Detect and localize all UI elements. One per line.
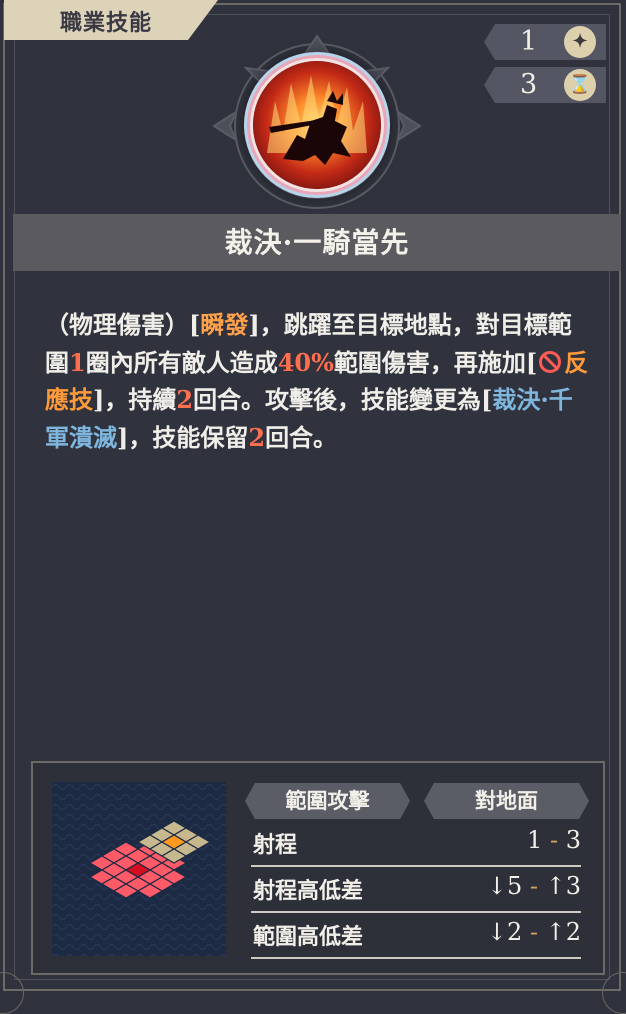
stat-value: ↓5 - ↑3: [487, 872, 581, 900]
desc-text: 回合。: [265, 422, 338, 452]
desc-text: 圈內所有敵人造成: [85, 347, 278, 377]
stat-row-range: 射程 1 - 3: [251, 821, 581, 867]
range-grid: [52, 782, 226, 956]
skill-name: 裁決·一騎當先: [224, 226, 410, 259]
attack-type-tag: 範圍攻擊: [245, 783, 410, 819]
stat-label: 範圍高低差: [253, 924, 364, 950]
desc-text: （物理傷害）[: [45, 310, 201, 339]
stat-min: ↓5: [486, 872, 523, 900]
desc-text: ]，技能保留: [117, 422, 249, 452]
no-reaction-icon: [539, 350, 562, 373]
cooldown-stat: 3 ⌛: [484, 67, 606, 103]
stat-max: 3: [565, 826, 581, 854]
stat-sep: -: [549, 826, 559, 854]
hourglass-icon: ⌛: [564, 69, 596, 101]
cost-value: 1: [520, 26, 538, 57]
skill-name-bar: 裁決·一騎當先: [13, 214, 621, 271]
stat-max: ↑3: [545, 872, 581, 900]
cost-stat: 1 ✦: [484, 24, 606, 60]
desc-text: 回合。攻擊後，技能變更為[: [193, 385, 493, 414]
stat-sep: -: [529, 918, 538, 946]
skill-description: （物理傷害）[瞬發]，跳躍至目標地點，對目標範圍1圈內所有敵人造成40%範圍傷害…: [45, 306, 593, 456]
knight-silhouette-icon: [267, 75, 367, 165]
stat-label: 射程: [253, 832, 298, 858]
keep-number: 2: [248, 422, 266, 452]
stat-sep: -: [529, 872, 538, 900]
stat-min: ↓2: [486, 918, 523, 946]
skill-stats-panel: 範圍攻擊 對地面 射程 1 - 3 射程高低差 ↓5 - ↑3 範圍高低差 ↓2…: [31, 761, 605, 975]
cooldown-value: 3: [520, 69, 538, 100]
class-skill-tab[interactable]: 職業技能: [4, 0, 218, 40]
stat-value: 1 - 3: [527, 826, 581, 854]
stat-row-area-height: 範圍高低差 ↓2 - ↑2: [251, 913, 581, 959]
flaming-knight-icon[interactable]: [253, 61, 381, 189]
instant-keyword[interactable]: 瞬發: [200, 310, 248, 339]
stat-value: ↓2 - ↑2: [487, 918, 581, 946]
desc-text: 範圍傷害，再施加[: [333, 347, 538, 377]
stat-row-range-height: 射程高低差 ↓5 - ↑3: [251, 867, 581, 913]
range-number: 1: [69, 347, 86, 377]
stat-max: ↑2: [545, 918, 581, 946]
target-type-tag: 對地面: [424, 783, 589, 819]
range-grid-preview: [52, 782, 226, 956]
stat-min: 1: [527, 826, 543, 854]
duration-number: 2: [176, 385, 194, 414]
class-skill-tab-label: 職業技能: [60, 10, 153, 36]
star-icon: ✦: [564, 26, 596, 58]
damage-percent: 40%: [277, 347, 334, 377]
desc-text: ]，持續: [93, 385, 177, 414]
stat-label: 射程高低差: [253, 878, 364, 904]
